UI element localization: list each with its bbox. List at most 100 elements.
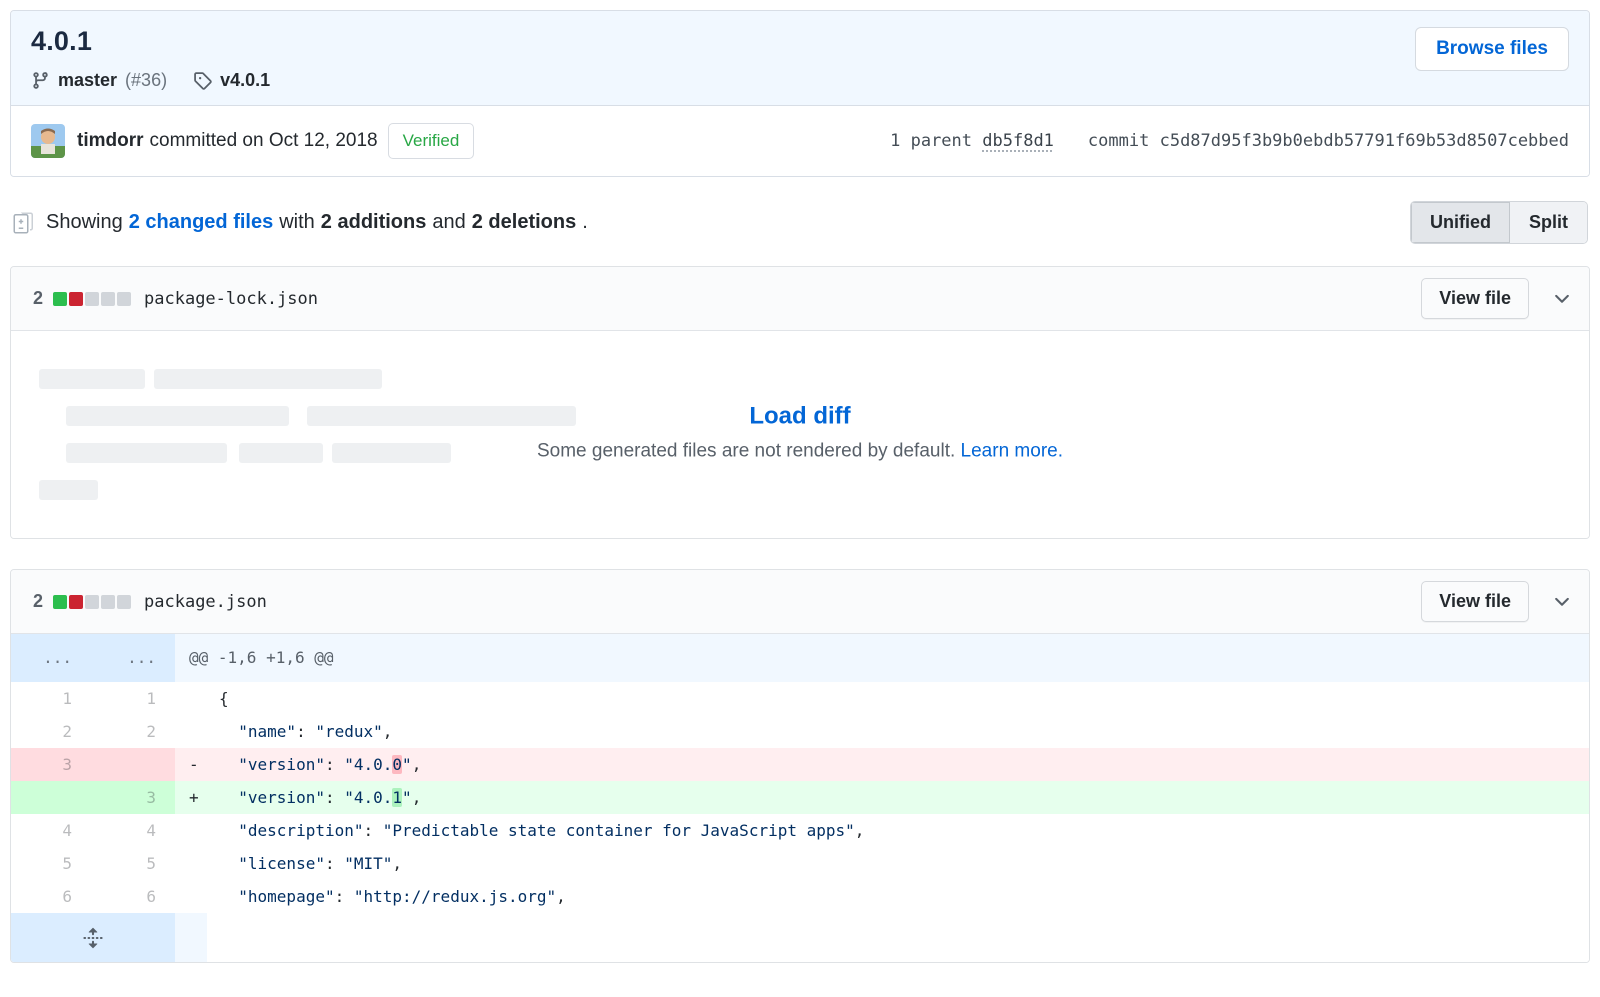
view-file-button[interactable]: View file <box>1421 581 1529 622</box>
unfold-icon <box>82 927 104 949</box>
code-token: " <box>402 788 412 807</box>
code-token: "redux" <box>315 722 382 741</box>
hunk-gutter-old[interactable]: ... <box>11 634 95 682</box>
view-file-button[interactable]: View file <box>1421 278 1529 319</box>
file-header: 2 package-lock.json View file <box>11 267 1589 331</box>
code-token: "license" <box>238 854 325 873</box>
diffstat-square-neutral <box>117 595 131 609</box>
hunk-header-row: ... ... @@ -1,6 +1,6 @@ <box>11 634 1589 682</box>
line-number-new[interactable]: 1 <box>95 682 175 715</box>
diffstat-summary: Showing 2 changed files with 2 additions… <box>46 211 588 234</box>
diff-line-context: 11{ <box>11 682 1589 715</box>
skeleton-row <box>11 369 576 389</box>
changed-files-link[interactable]: 2 changed files <box>129 211 274 234</box>
tag-name[interactable]: v4.0.1 <box>220 70 270 91</box>
code-cell: { <box>175 682 1589 715</box>
code-token: "homepage" <box>238 887 334 906</box>
expand-diff-button[interactable] <box>11 913 175 962</box>
line-number-new[interactable]: 4 <box>95 814 175 847</box>
diff-line-context: 66 "homepage": "http://redux.js.org", <box>11 880 1589 913</box>
code-token: , <box>383 722 393 741</box>
hunk-header-text: @@ -1,6 +1,6 @@ <box>175 634 1589 682</box>
commit-attribution: timdorr committed on Oct 12, 2018 <box>77 130 378 152</box>
diff-sign: + <box>189 781 219 814</box>
line-number-old[interactable] <box>11 781 95 814</box>
code-token: , <box>392 854 402 873</box>
code-token: "name" <box>238 722 296 741</box>
line-number-old[interactable]: 4 <box>11 814 95 847</box>
commit-refs: 1 parent db5f8d1 commit c5d87d95f3b9b0eb… <box>890 131 1569 151</box>
file-name[interactable]: package.json <box>144 592 267 612</box>
skeleton-row <box>11 480 576 500</box>
file-name[interactable]: package-lock.json <box>144 289 318 309</box>
skeleton-bar <box>39 480 98 500</box>
code-token: , <box>556 887 566 906</box>
changed-char: 1 <box>392 788 402 807</box>
code-cell: - "version": "4.0.0", <box>175 748 1589 781</box>
avatar-image <box>31 124 65 158</box>
commit-meta-bar: timdorr committed on Oct 12, 2018 Verifi… <box>11 106 1589 176</box>
code-token: "version" <box>238 755 325 774</box>
browse-files-button[interactable]: Browse files <box>1415 27 1569 71</box>
diffstat-square-add <box>53 595 67 609</box>
code-token: "4.0. <box>344 755 392 774</box>
pull-request-ref[interactable]: (#36) <box>125 70 167 91</box>
diffstat-square-neutral <box>101 292 115 306</box>
file-diff-icon <box>12 211 36 235</box>
code-token <box>219 788 238 807</box>
chevron-down-icon[interactable] <box>1551 288 1573 310</box>
code-token: : <box>296 722 315 741</box>
line-number-old[interactable]: 2 <box>11 715 95 748</box>
diffstat-squares <box>53 292 131 306</box>
commit-head: 4.0.1 Browse files master (#36) v4.0.1 <box>11 11 1589 106</box>
line-number-new[interactable]: 5 <box>95 847 175 880</box>
parent-sha-link[interactable]: db5f8d1 <box>982 131 1054 151</box>
line-number-old[interactable]: 1 <box>11 682 95 715</box>
load-diff-message: Some generated files are not rendered by… <box>11 440 1589 462</box>
line-number-new[interactable] <box>95 748 175 781</box>
hunk-gutter-new[interactable]: ... <box>95 634 175 682</box>
showing-period: . <box>582 211 588 234</box>
git-branch-icon <box>31 71 50 90</box>
split-toggle-button[interactable]: Split <box>1510 202 1587 243</box>
code-cell: "homepage": "http://redux.js.org", <box>175 880 1589 913</box>
load-diff-message-text: Some generated files are not rendered by… <box>537 440 955 461</box>
commit-action-text: committed on Oct 12, 2018 <box>150 130 378 152</box>
line-number-new[interactable]: 2 <box>95 715 175 748</box>
diff-line-context: 55 "license": "MIT", <box>11 847 1589 880</box>
code-token: : <box>325 854 344 873</box>
diff-lines: 11{22 "name": "redux",3- "version": "4.0… <box>11 682 1589 913</box>
code-cell: "description": "Predictable state contai… <box>175 814 1589 847</box>
showing-with: with <box>279 211 315 234</box>
code-token: "http://redux.js.org" <box>354 887 556 906</box>
file-change-count: 2 <box>33 591 43 612</box>
code-token: "4.0. <box>344 788 392 807</box>
code-cell: + "version": "4.0.1", <box>175 781 1589 814</box>
learn-more-link[interactable]: Learn more. <box>961 440 1063 461</box>
code-token <box>219 887 238 906</box>
line-number-new[interactable]: 3 <box>95 781 175 814</box>
load-diff-body: Load diff Some generated files are not r… <box>11 331 1589 538</box>
code-token: "version" <box>238 788 325 807</box>
code-token: " <box>402 755 412 774</box>
diff-line-add: 3+ "version": "4.0.1", <box>11 781 1589 814</box>
load-diff-block: Load diff Some generated files are not r… <box>11 402 1589 462</box>
commit-page: 4.0.1 Browse files master (#36) v4.0.1 <box>0 0 1600 973</box>
line-number-old[interactable]: 5 <box>11 847 95 880</box>
unified-toggle-button[interactable]: Unified <box>1411 202 1510 243</box>
branch-name[interactable]: master <box>58 70 117 91</box>
line-number-new[interactable]: 6 <box>95 880 175 913</box>
author-login[interactable]: timdorr <box>77 130 144 152</box>
chevron-down-icon[interactable] <box>1551 591 1573 613</box>
code-token: "MIT" <box>344 854 392 873</box>
load-diff-button[interactable]: Load diff <box>11 402 1589 430</box>
commit-title: 4.0.1 <box>31 26 1569 57</box>
file-actions: View file <box>1421 278 1573 319</box>
code-token: "description" <box>238 821 363 840</box>
verified-badge[interactable]: Verified <box>388 123 475 159</box>
code-token <box>219 722 238 741</box>
line-number-old[interactable]: 3 <box>11 748 95 781</box>
diffstat-square-neutral <box>85 292 99 306</box>
avatar[interactable] <box>31 124 65 158</box>
line-number-old[interactable]: 6 <box>11 880 95 913</box>
